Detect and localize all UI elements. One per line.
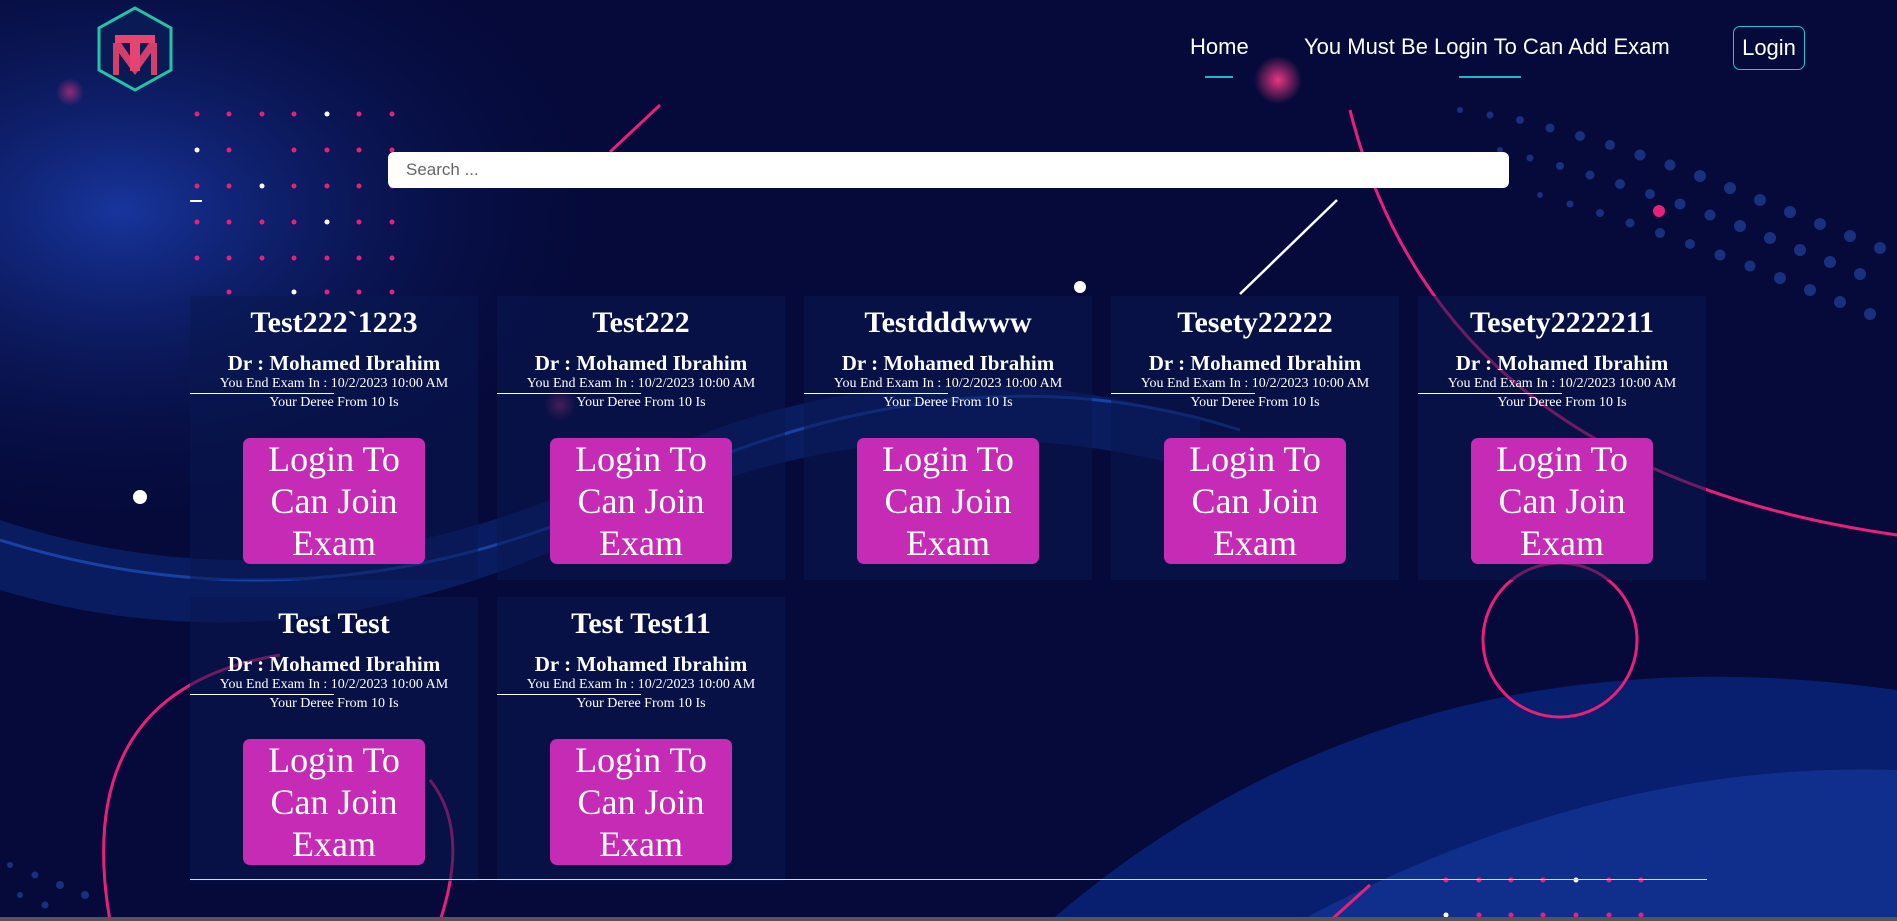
exam-doctor: Dr : Mohamed Ibrahim	[227, 351, 441, 375]
nav-add-exam-underline	[1459, 76, 1521, 78]
join-exam-button[interactable]: Login To Can Join Exam	[243, 438, 425, 564]
join-exam-button[interactable]: Login To Can Join Exam	[1164, 438, 1346, 564]
exam-card: Test Test Dr : Mohamed Ibrahim You End E…	[190, 597, 478, 881]
join-exam-button[interactable]: Login To Can Join Exam	[550, 438, 732, 564]
exam-degree: Your Deree From 10 Is	[1190, 395, 1320, 410]
exam-doctor: Dr : Mohamed Ibrahim	[534, 351, 748, 375]
exam-end-date: You End Exam In : 10/2/2023 10:00 AM	[526, 376, 756, 391]
exam-card: Tesety22222 Dr : Mohamed Ibrahim You End…	[1111, 296, 1399, 580]
join-exam-button[interactable]: Login To Can Join Exam	[243, 739, 425, 865]
exam-end-date: You End Exam In : 10/2/2023 10:00 AM	[1447, 376, 1677, 391]
exam-title: Tesety22222	[1177, 306, 1333, 339]
exam-degree: Your Deree From 10 Is	[1497, 395, 1627, 410]
card-divider	[190, 694, 334, 695]
card-divider	[804, 393, 948, 394]
nav-home-underline	[1205, 76, 1233, 78]
exam-title: Test Test11	[571, 607, 711, 640]
exam-end-date: You End Exam In : 10/2/2023 10:00 AM	[1140, 376, 1370, 391]
exam-card: Test Test11 Dr : Mohamed Ibrahim You End…	[497, 597, 785, 881]
card-divider	[1111, 393, 1255, 394]
exam-end-date: You End Exam In : 10/2/2023 10:00 AM	[219, 376, 449, 391]
exam-degree: Your Deree From 10 Is	[576, 395, 706, 410]
card-divider	[1418, 393, 1562, 394]
exam-doctor: Dr : Mohamed Ibrahim	[1148, 351, 1362, 375]
exam-end-date: You End Exam In : 10/2/2023 10:00 AM	[833, 376, 1063, 391]
site-header: Home You Must Be Login To Can Add Exam L…	[0, 0, 1897, 105]
exam-title: Tesety2222211	[1470, 306, 1654, 339]
join-exam-button[interactable]: Login To Can Join Exam	[857, 438, 1039, 564]
nav-add-exam-link[interactable]: You Must Be Login To Can Add Exam	[1304, 34, 1670, 60]
content-bottom-divider	[190, 879, 1707, 880]
exam-title: Test222`1223	[250, 306, 418, 339]
card-divider	[497, 694, 641, 695]
exam-card: Tesety2222211 Dr : Mohamed Ibrahim You E…	[1418, 296, 1706, 580]
login-button[interactable]: Login	[1733, 26, 1805, 70]
tm-hexagon-logo-icon[interactable]	[95, 5, 175, 93]
exam-end-date: You End Exam In : 10/2/2023 10:00 AM	[219, 677, 449, 692]
exam-title: Testdddwww	[864, 306, 1032, 339]
nav-home-link[interactable]: Home	[1190, 34, 1249, 60]
exam-doctor: Dr : Mohamed Ibrahim	[534, 652, 748, 676]
window-bottom-edge	[0, 917, 1897, 921]
exam-degree: Your Deree From 10 Is	[883, 395, 1013, 410]
join-exam-button[interactable]: Login To Can Join Exam	[550, 739, 732, 865]
join-exam-button[interactable]: Login To Can Join Exam	[1471, 438, 1653, 564]
card-divider	[190, 393, 334, 394]
exam-degree: Your Deree From 10 Is	[269, 395, 399, 410]
exam-doctor: Dr : Mohamed Ibrahim	[841, 351, 1055, 375]
exam-end-date: You End Exam In : 10/2/2023 10:00 AM	[526, 677, 756, 692]
exam-card: Testdddwww Dr : Mohamed Ibrahim You End …	[804, 296, 1092, 580]
exam-doctor: Dr : Mohamed Ibrahim	[227, 652, 441, 676]
exam-title: Test Test	[278, 607, 390, 640]
exam-card: Test222`1223 Dr : Mohamed Ibrahim You En…	[190, 296, 478, 580]
exam-title: Test222	[592, 306, 690, 339]
exam-doctor: Dr : Mohamed Ibrahim	[1455, 351, 1669, 375]
card-divider	[497, 393, 641, 394]
exam-degree: Your Deree From 10 Is	[269, 696, 399, 711]
exam-card: Test222 Dr : Mohamed Ibrahim You End Exa…	[497, 296, 785, 580]
exam-degree: Your Deree From 10 Is	[576, 696, 706, 711]
search-input[interactable]	[388, 152, 1509, 188]
